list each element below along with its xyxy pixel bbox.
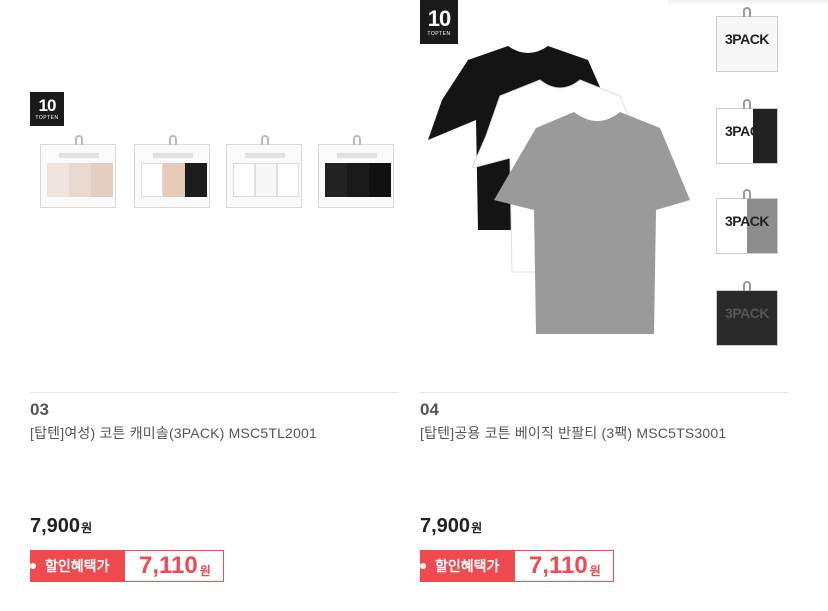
price-unit: 원 <box>81 521 93 535</box>
divider <box>30 392 398 393</box>
price-unit: 원 <box>471 521 483 535</box>
pack-mixed <box>134 135 210 208</box>
product-card-04[interactable]: 10 TOPTEN 3PACK 3PACK 3PACK 3PACK 04 [탑텐… <box>420 0 788 611</box>
pack-white <box>226 135 302 208</box>
price-value: 7,900 <box>30 515 81 537</box>
pack-beige <box>40 135 116 208</box>
pack-label: 3PACK <box>725 305 769 321</box>
pack-label: 3PACK <box>725 31 769 47</box>
logo-number: 10 <box>427 6 452 31</box>
price: 7,900원 <box>420 515 482 538</box>
discount-value: 7,110 <box>529 552 588 579</box>
pack-white-black: 3PACK <box>716 99 778 164</box>
price-value: 7,900 <box>420 515 471 537</box>
topten-logo: 10 TOPTEN <box>420 0 458 44</box>
discount-box: 할인혜택가 7,110 원 <box>30 550 224 582</box>
product-card-03[interactable]: 10 TOPTEN 03 [탑텐]여성) 코튼 캐미솔(3PACK) MSC5T… <box>30 0 398 611</box>
product-image[interactable]: 10 TOPTEN <box>30 0 398 392</box>
discount-badge: 할인혜택가 <box>30 551 125 581</box>
divider <box>420 392 788 393</box>
product-title[interactable]: [탑텐]공용 코튼 베이직 반팔티 (3팩) MSC5TS3001 <box>420 423 726 443</box>
logo-text: TOPTEN <box>427 31 451 37</box>
price: 7,900원 <box>30 515 92 538</box>
topten-logo: 10 TOPTEN <box>30 92 64 126</box>
discount-unit: 원 <box>589 563 601 578</box>
pack-black <box>318 135 394 208</box>
discount-badge: 할인혜택가 <box>420 551 515 581</box>
discount-value: 7,110 <box>139 552 198 579</box>
discount-price: 7,110 원 <box>125 551 223 581</box>
pack-white: 3PACK <box>716 7 778 72</box>
logo-text: TOPTEN <box>35 115 59 121</box>
rank-number: 04 <box>420 400 439 419</box>
discount-box: 할인혜택가 7,110 원 <box>420 550 614 582</box>
pack-white-gray: 3PACK <box>716 189 778 254</box>
product-image[interactable]: 10 TOPTEN 3PACK 3PACK 3PACK 3PACK <box>420 0 788 392</box>
discount-unit: 원 <box>199 563 211 578</box>
logo-number: 10 <box>38 96 57 115</box>
tshirts-illustration <box>428 46 690 334</box>
pack-label: 3PACK <box>725 213 769 229</box>
discount-price: 7,110 원 <box>515 551 613 581</box>
pack-label: 3PACK <box>725 123 769 139</box>
product-title[interactable]: [탑텐]여성) 코튼 캐미솔(3PACK) MSC5TL2001 <box>30 423 317 443</box>
pack-black: 3PACK <box>716 281 778 346</box>
rank-number: 03 <box>30 400 49 419</box>
